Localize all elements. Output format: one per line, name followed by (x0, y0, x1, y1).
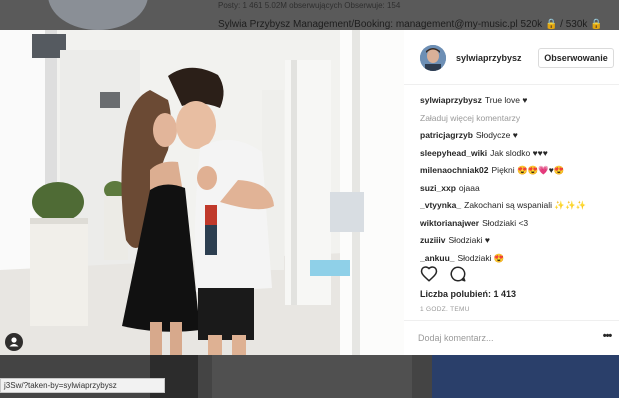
comment-username[interactable]: _ankuu_ (420, 253, 455, 263)
list-item: _vtyynka_ Zakochani są wspaniali ✨✨✨ (420, 197, 615, 215)
comment-username[interactable]: patricjagrzyb (420, 130, 473, 140)
list-item: patricjagrzyb Słodycze ♥ (420, 127, 615, 145)
post-details-panel: sylwiaprzybysz Obserwowanie sylwiaprzyby… (404, 30, 619, 355)
comment-text: Słodycze ♥ (475, 130, 518, 140)
comments-list: sylwiaprzybysz True love ♥ Załaduj więcej… (420, 92, 615, 267)
load-more-comments-link[interactable]: Załaduj więcej komentarzy (420, 110, 615, 128)
comment-text: Słodziaki 😍 (457, 252, 505, 263)
likes-count[interactable]: Liczba polubień: 1 413 (420, 289, 516, 299)
person-tag-icon[interactable] (5, 333, 23, 351)
comment-text: Słodziaki ♥ (448, 235, 490, 245)
comment-text: Piękni 😍😍💗♥😍 (491, 165, 565, 175)
post-author-username[interactable]: sylwiaprzybysz (456, 53, 522, 63)
list-item: wiktorianajwer Słodziaki <3 (420, 215, 615, 233)
add-comment-section: ••• (404, 320, 619, 355)
post-timestamp[interactable]: 1 GODZ. TEMU (420, 306, 470, 313)
comment-username[interactable]: suzi_xxp (420, 183, 456, 193)
post-photo[interactable] (0, 30, 404, 355)
following-button[interactable]: Obserwowanie (538, 48, 614, 68)
comment-text: Zakochani są wspaniali ✨✨✨ (464, 200, 587, 210)
comment-text: ojaaa (458, 182, 480, 193)
post-header: sylwiaprzybysz Obserwowanie (404, 30, 619, 85)
comment-text: Jak slodko ♥♥♥ (490, 147, 548, 158)
background-thumbnail (212, 355, 412, 398)
comment-text: True love ♥ (484, 95, 528, 105)
post-photo-image (0, 30, 404, 355)
list-item: suzi_xxp ojaaa (420, 180, 615, 198)
comment-username[interactable]: wiktorianajwer (420, 218, 479, 228)
status-bar-url: j3Sw/?taken-by=sylwiaprzybysz (0, 378, 165, 393)
more-options-button[interactable]: ••• (599, 331, 615, 345)
list-item: sleepyhead_wiki Jak slodko ♥♥♥ (420, 145, 615, 163)
avatar[interactable] (420, 45, 446, 71)
comment-text: Słodziaki <3 (482, 217, 529, 228)
list-item: zuziiiv Słodziaki ♥ (420, 232, 615, 250)
caption: sylwiaprzybysz True love ♥ (420, 92, 615, 110)
post-actions (420, 265, 475, 283)
comment-username[interactable]: sleepyhead_wiki (420, 148, 487, 158)
comment-username[interactable]: _vtyynka_ (420, 200, 461, 210)
heart-icon[interactable] (420, 265, 438, 283)
comment-input[interactable] (418, 329, 588, 347)
comment-username[interactable]: sylwiaprzybysz (420, 95, 482, 105)
background-profile-stats: Posty: 1 461 5.02M obserwujących Obserwu… (218, 1, 401, 10)
list-item: milenaochniak02 Piękni 😍😍💗♥😍 (420, 162, 615, 180)
comment-bubble-icon[interactable] (449, 265, 467, 283)
comment-username[interactable]: milenaochniak02 (420, 165, 489, 175)
background-thumbnail (432, 355, 619, 398)
background-profile-bio: Sylwia Przybysz Management/Booking: mana… (218, 19, 603, 30)
comment-username[interactable]: zuziiiv (420, 235, 446, 245)
